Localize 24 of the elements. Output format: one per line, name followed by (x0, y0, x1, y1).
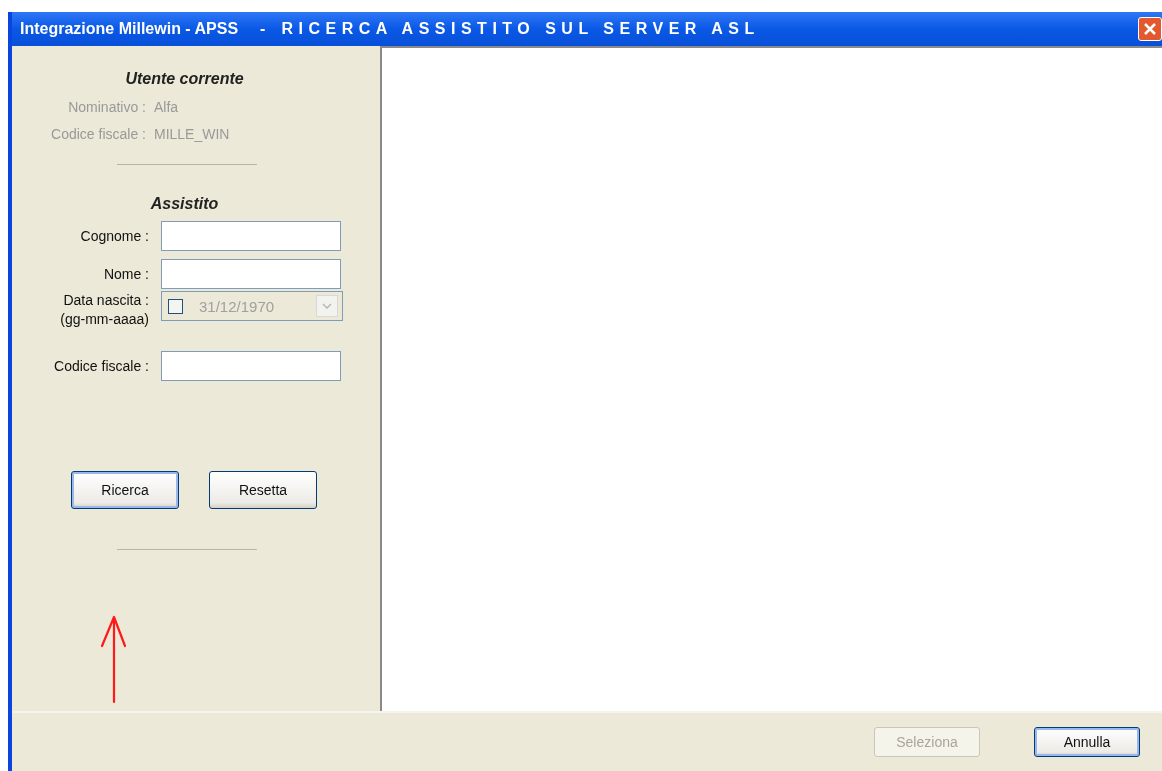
input-field[interactable] (161, 351, 341, 381)
field-label: Nominativo : (67, 99, 146, 115)
action-button[interactable]: Ricerca (71, 471, 179, 509)
title-separator: - (260, 20, 266, 38)
window-title: Integrazione Millewin - APSS (20, 20, 239, 38)
field-label: Cognome : (80, 226, 149, 246)
input-field[interactable] (161, 259, 341, 289)
field-label: Codice fiscale : (50, 126, 146, 142)
close-button[interactable] (1138, 17, 1162, 41)
field-label: Codice fiscale : (54, 356, 149, 376)
field-hint: (gg-mm-aaaa) (60, 310, 149, 329)
window-subtitle: RICERCA ASSISTITO SUL SERVER ASL (281, 20, 760, 38)
date-value: 31/12/1970 (199, 297, 275, 315)
close-icon (1143, 22, 1157, 36)
section-heading: Assistito (149, 195, 220, 213)
action-button[interactable]: Resetta (209, 471, 317, 509)
field-value: MILLE_WIN (154, 126, 230, 142)
field-label: Nome : (103, 264, 149, 284)
section-heading: Utente corrente (124, 70, 245, 88)
dialog-button[interactable]: Annulla (1034, 727, 1140, 757)
field-label: Data nascita : (63, 291, 149, 310)
input-field[interactable] (161, 221, 341, 251)
field-value: Alfa (154, 99, 179, 115)
chevron-down-icon (322, 303, 332, 309)
